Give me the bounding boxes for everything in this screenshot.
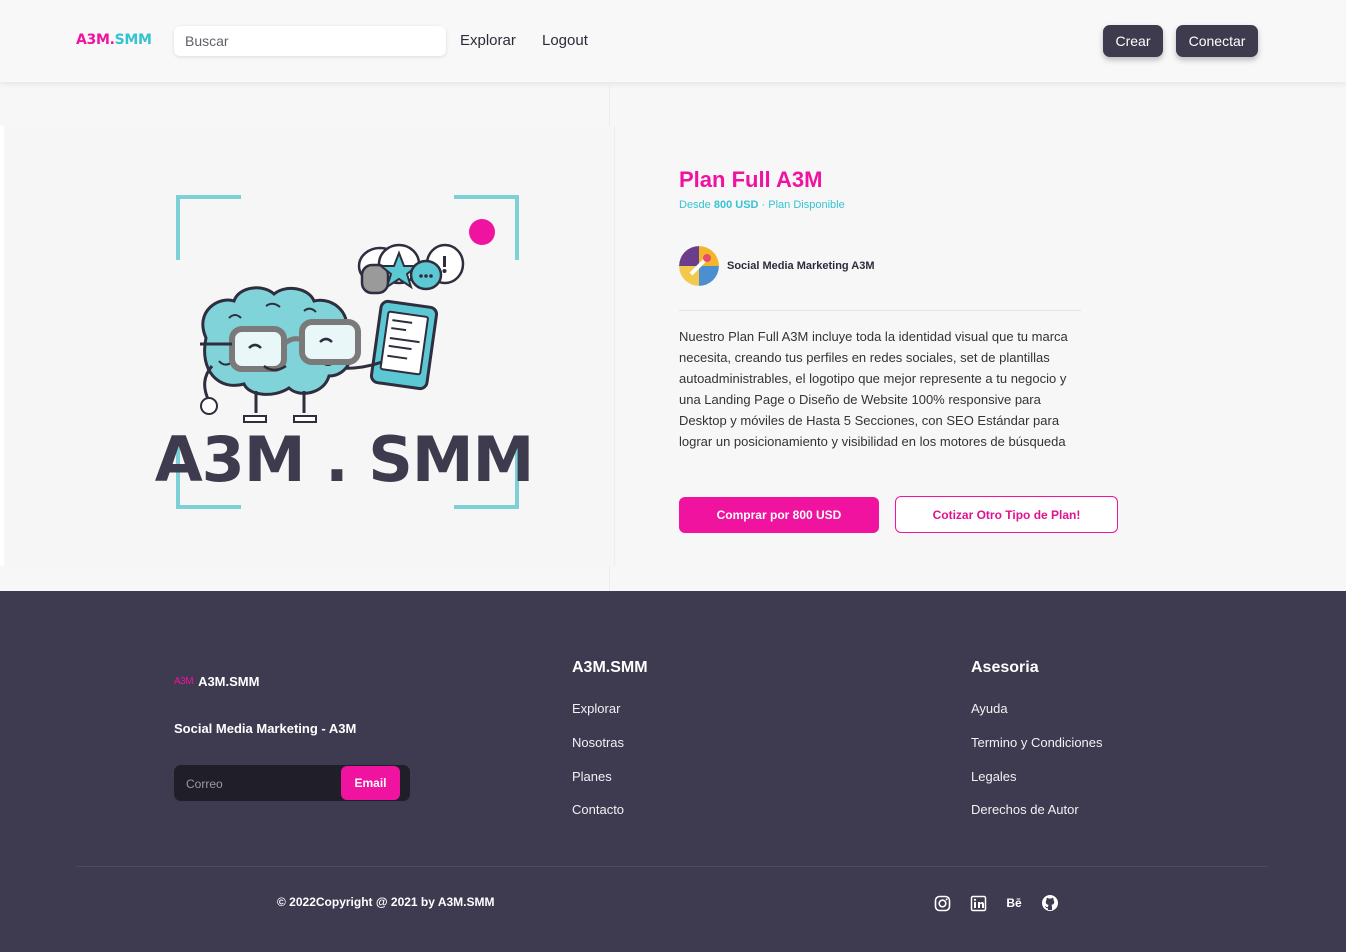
footer-col2-title: Asesoria <box>971 659 1039 676</box>
email-input[interactable] <box>184 765 338 803</box>
footer-link-ayuda[interactable]: Ayuda <box>971 701 1008 716</box>
github-icon[interactable] <box>1041 894 1059 912</box>
price-prefix: Desde <box>679 199 714 211</box>
conectar-button[interactable]: Conectar <box>1176 25 1258 57</box>
logo-text-part1: A3M. <box>76 32 115 48</box>
footer-logo-mark: A3M <box>174 676 194 687</box>
product-subtitle: Desde 800 USD · Plan Disponible <box>679 199 845 211</box>
footer-brand: A3M.SMM <box>198 674 260 689</box>
logo-text-part2: SMM <box>114 32 152 48</box>
footer-link-planes[interactable]: Planes <box>572 769 612 784</box>
behance-icon[interactable]: Bē <box>1005 894 1023 912</box>
buy-button[interactable]: Comprar por 800 USD <box>679 497 879 533</box>
copyright-text: © 2022Copyright @ 2021 by A3M.SMM <box>277 895 495 909</box>
footer-link-terminos[interactable]: Termino y Condiciones <box>971 735 1103 750</box>
brand-logo[interactable]: A3M.SMM <box>76 32 152 48</box>
record-dot <box>469 219 495 245</box>
nav-logout-link[interactable]: Logout <box>542 32 588 49</box>
crear-button[interactable]: Crear <box>1103 25 1163 57</box>
footer-tagline: Social Media Marketing - A3M <box>174 721 357 736</box>
seller-avatar[interactable] <box>679 246 719 286</box>
footer-link-explorar[interactable]: Explorar <box>572 701 620 716</box>
email-submit-button[interactable]: Email <box>341 766 400 800</box>
footer-link-contacto[interactable]: Contacto <box>572 802 624 817</box>
section-divider <box>679 310 1081 311</box>
hero-logo-text: A3M . SMM <box>155 423 534 496</box>
newsletter-box: Email <box>174 765 410 803</box>
footer-col1-title: A3M.SMM <box>572 659 648 676</box>
footer-link-legales[interactable]: Legales <box>971 769 1017 784</box>
seller-name[interactable]: Social Media Marketing A3M <box>727 260 875 272</box>
phone-graphic <box>369 299 439 391</box>
footer-link-derechos[interactable]: Derechos de Autor <box>971 802 1079 817</box>
availability-text: · Plan Disponible <box>758 199 845 211</box>
product-title: Plan Full A3M <box>679 167 823 192</box>
linkedin-icon[interactable] <box>969 894 987 912</box>
footer-logo[interactable]: A3M A3M.SMM <box>174 674 259 689</box>
footer-divider <box>76 866 1268 867</box>
search-input[interactable] <box>174 26 446 56</box>
footer-link-nosotras[interactable]: Nosotras <box>572 735 624 750</box>
quote-button[interactable]: Cotizar Otro Tipo de Plan! <box>895 496 1118 533</box>
price-value: 800 USD <box>713 199 759 211</box>
footer: A3M A3M.SMM Social Media Marketing - A3M… <box>0 591 1346 952</box>
chat-bubbles <box>357 243 465 295</box>
instagram-icon[interactable] <box>933 894 951 912</box>
brain-mascot <box>200 286 361 423</box>
product-image-panel: A3M . SMM <box>4 126 615 566</box>
product-description: Nuestro Plan Full A3M incluye toda la id… <box>679 329 1068 449</box>
product-illustration: A3M . SMM <box>155 195 534 509</box>
nav-explorar-link[interactable]: Explorar <box>460 32 516 49</box>
top-navbar: A3M.SMM Explorar Logout Crear Conectar <box>0 0 1346 82</box>
